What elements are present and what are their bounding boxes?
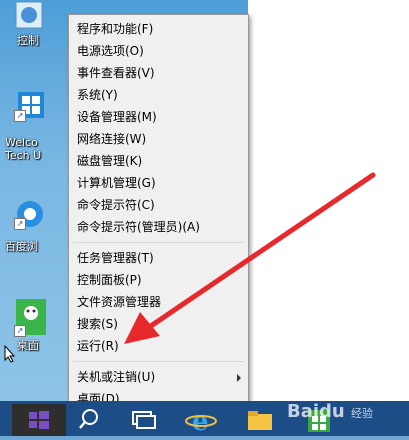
menu-item-task-manager[interactable]: 任务管理器(T) xyxy=(69,247,248,269)
search-icon xyxy=(79,409,98,429)
start-button[interactable] xyxy=(12,404,66,436)
internet-explorer-button[interactable]: e xyxy=(182,404,222,437)
file-explorer-icon xyxy=(248,411,272,430)
menu-item-search[interactable]: 搜索(S) xyxy=(69,313,248,335)
desktop-icon-welcome[interactable]: ↗ Welco Tech U xyxy=(5,90,51,162)
search-button[interactable] xyxy=(70,404,110,436)
menu-item-system[interactable]: 系统(Y) xyxy=(69,84,248,106)
menu-item-network-connections[interactable]: 网络连接(W) xyxy=(69,128,248,150)
task-view-button[interactable] xyxy=(124,404,164,436)
windows-start-icon xyxy=(29,411,49,429)
menu-item-command-prompt-admin[interactable]: 命令提示符(管理员)(A) xyxy=(69,216,248,238)
desktop-icon-label: 百度浏 xyxy=(5,240,38,253)
menu-item-power-options[interactable]: 电源选项(O) xyxy=(69,40,248,62)
menu-item-computer-management[interactable]: 计算机管理(G) xyxy=(69,172,248,194)
desktop-icon-desktop[interactable]: ↗ 桌面 xyxy=(5,297,51,352)
internet-explorer-icon: e xyxy=(185,407,217,437)
file-explorer-button[interactable] xyxy=(240,404,280,436)
menu-item-run[interactable]: 运行(R) xyxy=(69,335,248,357)
menu-item-disk-management[interactable]: 磁盘管理(K) xyxy=(69,150,248,172)
baidu-browser-icon: ↗ xyxy=(14,198,46,230)
menu-item-device-manager[interactable]: 设备管理器(M) xyxy=(69,106,248,128)
background-window xyxy=(248,0,409,401)
watermark-brand: Baidu xyxy=(287,401,345,422)
desktop-icon-label: 控制 xyxy=(17,34,39,47)
shortcut-arrow-icon: ↗ xyxy=(14,325,26,337)
menu-separator xyxy=(73,242,244,243)
control-panel-icon xyxy=(14,0,46,32)
context-menu: 程序和功能(F) 电源选项(O) 事件查看器(V) 系统(Y) 设备管理器(M)… xyxy=(68,14,249,412)
desktop-icon-label: Welco Tech U xyxy=(5,136,42,162)
shortcut-arrow-icon: ↗ xyxy=(14,218,26,230)
menu-item-programs-features[interactable]: 程序和功能(F) xyxy=(69,18,248,40)
menu-item-shutdown-signout[interactable]: 关机或注销(U) xyxy=(69,366,248,388)
welcome-windows-icon: ↗ xyxy=(14,90,46,122)
submenu-arrow-icon xyxy=(237,374,241,382)
watermark-sub: 经验 xyxy=(351,407,374,420)
svg-text:e: e xyxy=(192,407,209,436)
shortcut-arrow-icon: ↗ xyxy=(14,110,26,122)
menu-item-command-prompt[interactable]: 命令提示符(C) xyxy=(69,194,248,216)
menu-separator xyxy=(73,361,244,362)
desktop-icon-baidu[interactable]: ↗ 百度浏 xyxy=(5,198,51,253)
desktop-app-icon: ↗ xyxy=(14,297,48,337)
menu-item-control-panel[interactable]: 控制面板(P) xyxy=(69,269,248,291)
mouse-cursor-icon xyxy=(4,345,16,363)
baidu-watermark: Baidu 经验 xyxy=(287,401,373,422)
menu-item-file-explorer[interactable]: 文件资源管理器 xyxy=(69,291,248,313)
menu-item-event-viewer[interactable]: 事件查看器(V) xyxy=(69,62,248,84)
task-view-icon xyxy=(132,411,156,429)
desktop-icon-control-panel[interactable]: 控制 xyxy=(5,0,51,47)
menu-item-label: 关机或注销(U) xyxy=(77,370,156,384)
